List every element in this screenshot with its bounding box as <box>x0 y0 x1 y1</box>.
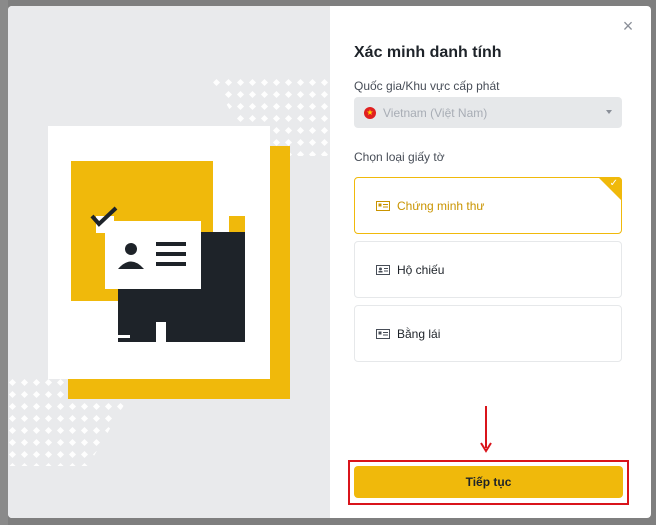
form-panel: × Xác minh danh tính Quốc gia/Khu vực cấ… <box>330 6 651 518</box>
id-card-illustration <box>8 74 330 466</box>
option-label: Bằng lái <box>397 326 441 341</box>
page-backdrop <box>0 0 8 525</box>
option-label: Hộ chiếu <box>397 262 445 277</box>
continue-button[interactable]: Tiếp tục <box>354 466 623 498</box>
illustration-panel <box>8 6 330 518</box>
driver-license-icon <box>376 328 390 339</box>
country-select[interactable]: ★ Vietnam (Việt Nam) <box>354 97 622 128</box>
identity-verification-dialog: × Xác minh danh tính Quốc gia/Khu vực cấ… <box>8 6 651 518</box>
country-label: Quốc gia/Khu vực cấp phát <box>354 79 500 93</box>
country-select-value: Vietnam (Việt Nam) <box>383 105 488 120</box>
chevron-down-icon <box>606 110 612 114</box>
check-icon: ✓ <box>609 178 618 189</box>
vietnam-flag-icon: ★ <box>364 106 376 119</box>
flag-star: ★ <box>366 107 374 117</box>
passport-icon <box>376 264 390 275</box>
id-card-icon <box>376 200 390 211</box>
close-icon[interactable]: × <box>619 17 637 35</box>
option-id-card[interactable]: Chứng minh thư ✓ <box>354 177 622 234</box>
document-type-label: Chọn loại giấy tờ <box>354 150 445 164</box>
option-passport[interactable]: Hộ chiếu <box>354 241 622 298</box>
annotation-arrow-icon <box>480 406 492 454</box>
dialog-title: Xác minh danh tính <box>354 44 502 61</box>
option-driver-license[interactable]: Bằng lái <box>354 305 622 362</box>
option-label: Chứng minh thư <box>397 198 485 213</box>
